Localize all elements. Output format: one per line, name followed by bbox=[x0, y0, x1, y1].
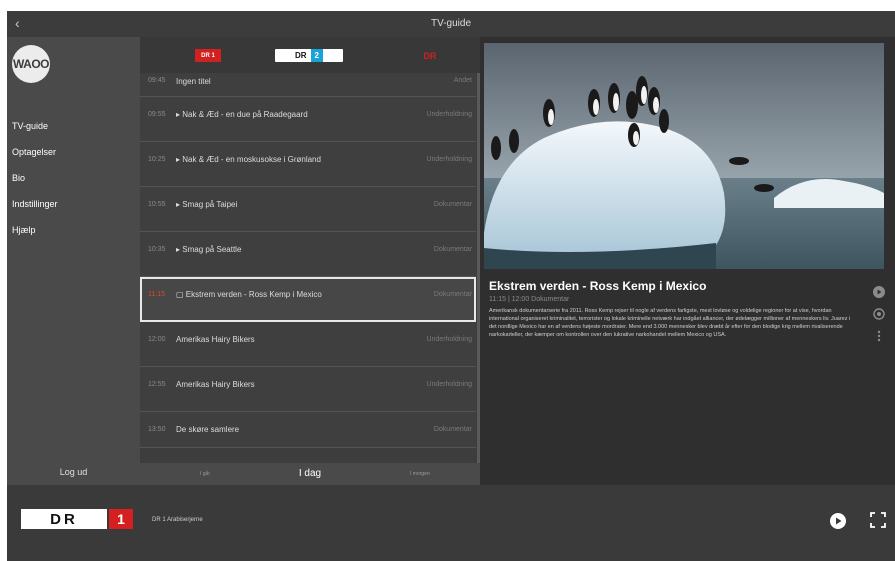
program-time: 10:25 bbox=[148, 156, 166, 163]
program-title: ▸ Smag på Taipei bbox=[176, 200, 238, 209]
program-row[interactable]: 12:55 Amerikas Hairy Bikers Underholdnin… bbox=[140, 367, 476, 412]
play-icon[interactable] bbox=[873, 285, 885, 298]
sidebar-nav: TV-guide Optagelser Bio Indstillinger Hj… bbox=[12, 120, 58, 250]
program-image bbox=[484, 43, 884, 269]
program-genre: Andet bbox=[453, 77, 472, 84]
sidebar: WAOO TV-guide Optagelser Bio Indstilling… bbox=[7, 37, 140, 485]
program-time: 11:15 bbox=[148, 291, 165, 298]
channel-prev-button[interactable]: DR 1 bbox=[195, 49, 221, 62]
program-title: De skøre samlere bbox=[176, 425, 240, 434]
program-row-selected[interactable]: 11:15 ▢ Ekstrem verden - Ross Kemp i Mex… bbox=[140, 277, 476, 322]
channel-logo-text: DR bbox=[21, 509, 107, 529]
tv-guide-app: ‹ TV-guide WAOO TV-guide Optagelser Bio … bbox=[7, 11, 895, 561]
program-row[interactable]: 09:55 ▸ Nak & Æd - en due på Raadegaard … bbox=[140, 97, 476, 142]
day-selector: I går I dag I morgen bbox=[140, 463, 480, 485]
program-row[interactable]: 13:50 De skøre samlere Dokumentar bbox=[140, 412, 476, 448]
program-genre: Underholdning bbox=[426, 336, 472, 343]
program-time: 12:00 bbox=[148, 336, 166, 343]
player-bar: DR 1 DR 1 Arabiserjerne bbox=[7, 485, 895, 561]
program-title: ▸ Nak & Æd - en moskusokse i Grønland bbox=[176, 155, 321, 164]
program-detail-description: Amerikansk dokumentarserie fra 2011. Ros… bbox=[489, 308, 851, 338]
program-guide: DR 1 DR 2 DR 09:45 Ingen titel Andet 09:… bbox=[140, 37, 480, 485]
fullscreen-icon[interactable] bbox=[869, 511, 887, 534]
program-time: 09:55 bbox=[148, 111, 166, 118]
more-vertical-icon[interactable] bbox=[873, 329, 885, 342]
channel-current[interactable]: DR 2 bbox=[275, 49, 343, 62]
program-title: ▢ Ekstrem verden - Ross Kemp i Mexico bbox=[176, 290, 322, 299]
waoo-logo[interactable]: WAOO bbox=[12, 45, 50, 83]
program-row[interactable]: 10:55 ▸ Smag på Taipei Dokumentar bbox=[140, 187, 476, 232]
program-row[interactable]: 12:00 Amerikas Hairy Bikers Underholdnin… bbox=[140, 322, 476, 367]
program-time: 10:35 bbox=[148, 246, 166, 253]
window-title: TV-guide bbox=[430, 18, 472, 29]
program-time: 13:50 bbox=[148, 426, 166, 433]
now-playing-title: DR 1 Arabiserjerne bbox=[152, 517, 203, 523]
channel-next-button[interactable]: DR bbox=[420, 49, 440, 62]
program-detail: Ekstrem verden - Ross Kemp i Mexico 11:1… bbox=[480, 37, 895, 485]
program-title: Amerikas Hairy Bikers bbox=[176, 335, 255, 344]
program-row[interactable]: 10:35 ▸ Smag på Seattle Dokumentar bbox=[140, 232, 476, 277]
program-title: ▸ Smag på Seattle bbox=[176, 245, 242, 254]
program-time: 09:45 bbox=[148, 77, 166, 84]
day-next-button[interactable]: I morgen bbox=[410, 471, 430, 477]
program-time: 12:55 bbox=[148, 381, 166, 388]
program-time: 10:55 bbox=[148, 201, 166, 208]
program-title: ▸ Nak & Æd - en due på Raadegaard bbox=[176, 110, 308, 119]
program-genre: Dokumentar bbox=[433, 246, 472, 253]
channel-current-number: 2 bbox=[310, 49, 323, 62]
sidebar-item-tv-guide[interactable]: TV-guide bbox=[12, 120, 58, 146]
program-detail-meta: 11:15 | 12:00 Dokumentar bbox=[489, 296, 570, 303]
channel-selector: DR 1 DR 2 DR bbox=[140, 37, 480, 73]
program-genre: Dokumentar bbox=[433, 291, 472, 298]
play-icon[interactable] bbox=[830, 513, 846, 534]
channel-logo-number: 1 bbox=[109, 509, 133, 529]
program-genre: Dokumentar bbox=[433, 201, 472, 208]
program-detail-title: Ekstrem verden - Ross Kemp i Mexico bbox=[489, 279, 707, 293]
program-genre: Underholdning bbox=[426, 381, 472, 388]
now-playing-channel-logo: DR 1 bbox=[21, 509, 133, 529]
program-row[interactable]: 09:45 Ingen titel Andet bbox=[140, 73, 476, 97]
channel-current-name: DR bbox=[294, 51, 307, 60]
program-title: Amerikas Hairy Bikers bbox=[176, 380, 255, 389]
program-genre: Underholdning bbox=[426, 156, 472, 163]
program-title: Ingen titel bbox=[176, 77, 211, 86]
program-genre: Underholdning bbox=[426, 111, 472, 118]
program-genre: Dokumentar bbox=[433, 426, 472, 433]
sidebar-item-bio[interactable]: Bio bbox=[12, 172, 58, 198]
sidebar-item-indstillinger[interactable]: Indstillinger bbox=[12, 198, 58, 224]
program-detail-actions bbox=[873, 285, 887, 351]
program-row[interactable]: 10:25 ▸ Nak & Æd - en moskusokse i Grønl… bbox=[140, 142, 476, 187]
title-bar: ‹ TV-guide bbox=[7, 11, 895, 37]
logout-button[interactable]: Log ud bbox=[7, 467, 140, 477]
sidebar-item-hjaelp[interactable]: Hjælp bbox=[12, 224, 58, 250]
program-list: 09:45 Ingen titel Andet 09:55 ▸ Nak & Æd… bbox=[140, 73, 476, 448]
sidebar-item-optagelser[interactable]: Optagelser bbox=[12, 146, 58, 172]
record-icon[interactable] bbox=[873, 307, 885, 320]
